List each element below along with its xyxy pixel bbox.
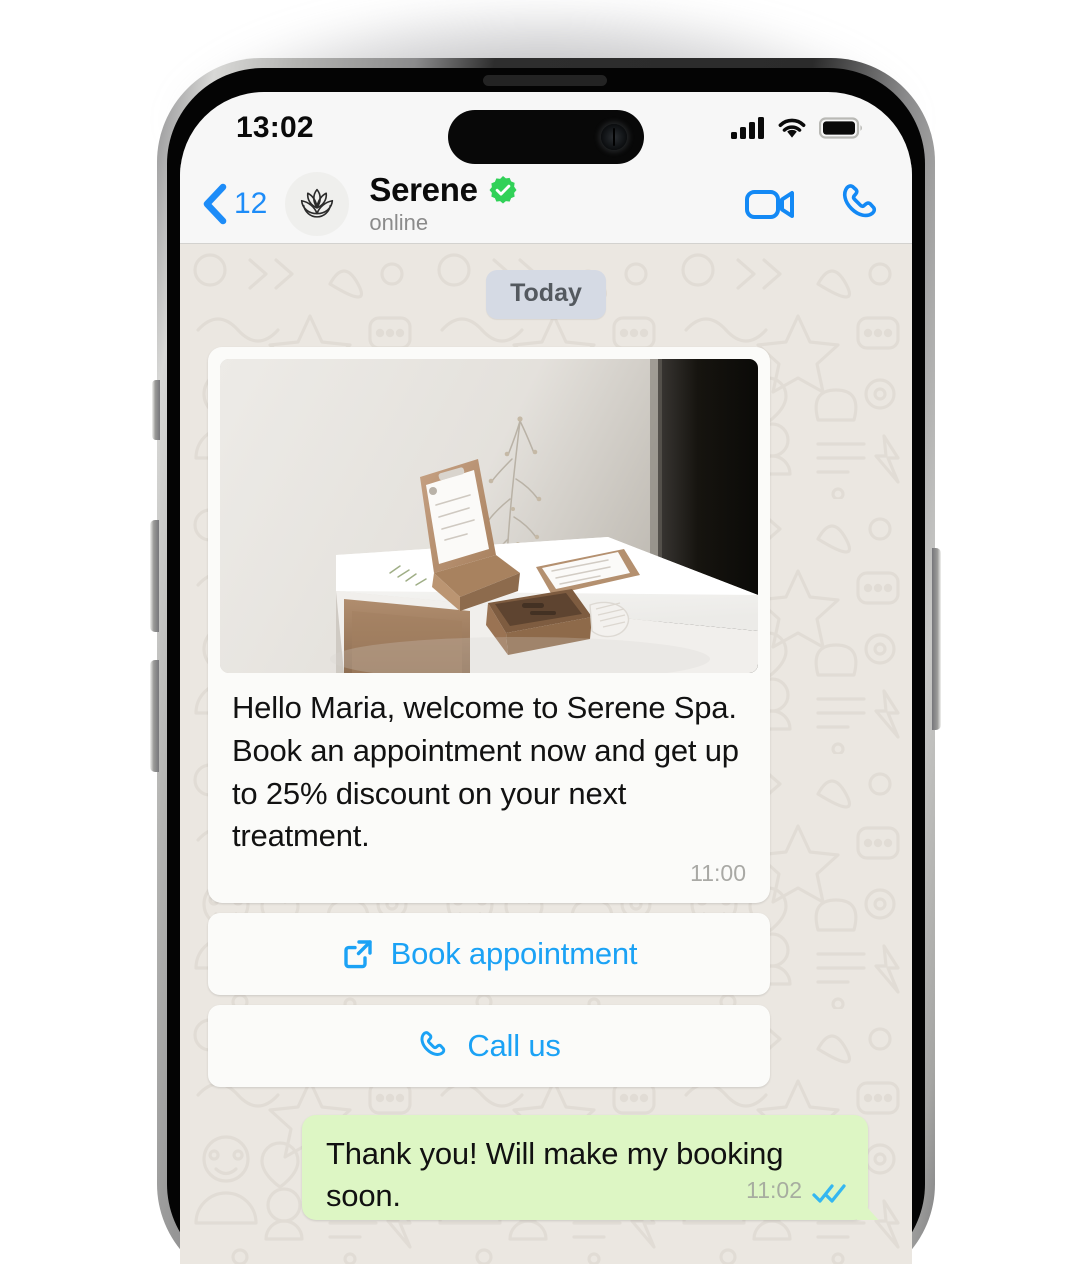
phone-screen: 13:02 12 Serene online Today Hello Maria… — [180, 92, 912, 1264]
incoming-message-time: 11:00 — [690, 860, 746, 887]
messages-column: Hello Maria, welcome to Serene Spa. Book… — [180, 347, 912, 1221]
lotus-logo-icon — [301, 188, 334, 218]
status-bar-clock: 13:02 — [236, 111, 314, 144]
call-us-label: Call us — [467, 1028, 561, 1064]
outgoing-message-row: Thank you! Will make my booking soon. 11… — [208, 1115, 884, 1221]
day-divider: Today — [180, 270, 912, 319]
mute-switch[interactable] — [152, 380, 160, 440]
incoming-message-card[interactable]: Hello Maria, welcome to Serene Spa. Book… — [208, 347, 770, 904]
status-bar: 13:02 — [180, 92, 912, 164]
battery-icon — [819, 117, 862, 139]
contact-presence-status: online — [369, 210, 429, 235]
outgoing-message-bubble[interactable]: Thank you! Will make my booking soon. 11… — [302, 1115, 868, 1221]
back-button[interactable]: 12 — [200, 181, 267, 227]
power-button[interactable] — [932, 548, 941, 730]
external-link-icon — [343, 940, 372, 969]
phone-handset-icon — [420, 1031, 446, 1056]
chevron-left-icon — [203, 183, 227, 224]
wifi-icon — [778, 118, 806, 138]
chat-message-list[interactable]: Today Hello Maria, welcome to Serene Spa… — [180, 244, 912, 1264]
contact-name: Serene — [369, 171, 478, 208]
avatar[interactable] — [285, 171, 350, 236]
outgoing-message-text: Thank you! Will make my booking soon. — [326, 1136, 784, 1214]
outgoing-message-time: 11:02 — [746, 1177, 802, 1204]
earpiece-speaker-grille — [483, 75, 607, 86]
double-check-read-icon — [812, 1184, 846, 1204]
call-us-button[interactable]: Call us — [208, 1005, 770, 1088]
chat-header-actions — [744, 181, 884, 227]
spa-reception-desk-photo — [220, 359, 758, 673]
verified-badge-icon — [489, 176, 517, 204]
front-camera-lens-icon — [601, 124, 627, 150]
book-appointment-button[interactable]: Book appointment — [208, 913, 770, 996]
outgoing-message-meta: 11:02 — [326, 1177, 846, 1204]
day-divider-label: Today — [486, 270, 606, 319]
message-image[interactable] — [220, 359, 758, 673]
phone-handset-icon[interactable] — [838, 181, 884, 227]
cellular-signal-icon — [731, 117, 764, 139]
video-camera-icon[interactable] — [744, 184, 796, 224]
volume-down-button[interactable] — [150, 660, 159, 772]
chat-header-text: Serene online — [369, 171, 517, 236]
phone-mockup: 13:02 12 Serene online Today Hello Maria… — [0, 0, 1080, 1264]
book-appointment-label: Book appointment — [390, 936, 638, 972]
volume-up-button[interactable] — [150, 520, 159, 632]
unread-count-label: 12 — [234, 186, 268, 220]
incoming-message-text: Hello Maria, welcome to Serene Spa. Book… — [232, 690, 739, 854]
dynamic-island — [448, 110, 644, 164]
status-bar-indicators — [731, 116, 864, 140]
chat-header: 12 Serene online — [180, 164, 912, 244]
